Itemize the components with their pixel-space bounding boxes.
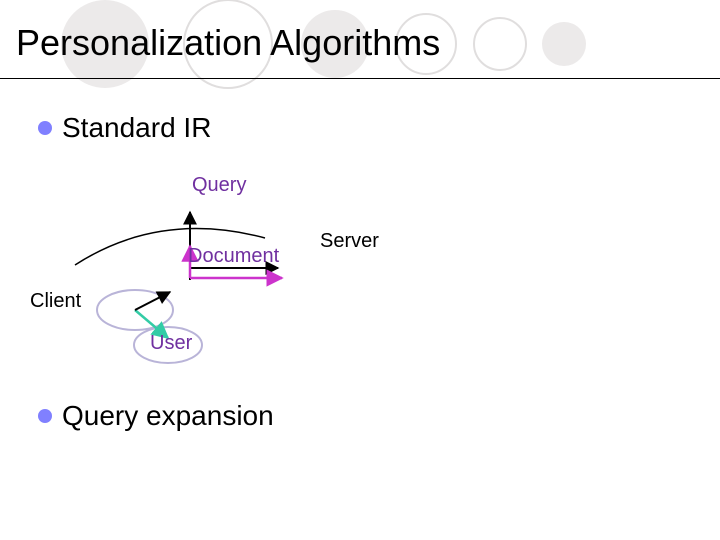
slide-title: Personalization Algorithms [16,22,440,64]
title-divider [0,78,720,79]
bullet-item-query-expansion: Query expansion [38,400,274,432]
diagram-label-server: Server [320,230,379,253]
diagram-standard-ir: Query Document Server Client User [40,160,460,380]
diagram-label-user: User [150,332,192,355]
bullet-dot-icon [38,121,52,135]
bullet-dot-icon [38,409,52,423]
diagram-label-query: Query [192,174,246,197]
diagram-label-document: Document [188,245,279,268]
bullet-label: Standard IR [62,112,211,144]
diagram-label-client: Client [30,290,81,313]
bullet-label: Query expansion [62,400,274,432]
bullet-item-standard-ir: Standard IR [38,112,211,144]
diagram-svg [40,160,460,380]
